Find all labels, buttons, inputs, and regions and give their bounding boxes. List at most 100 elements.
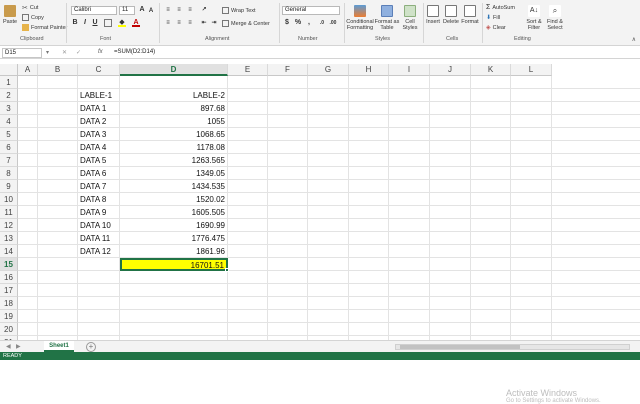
row-header-5[interactable]: 5 [0, 128, 18, 141]
cell-d8[interactable]: 1349.05 [120, 167, 225, 180]
name-box[interactable]: D15 [2, 48, 42, 58]
italic-button[interactable]: I [81, 19, 89, 27]
cut-button[interactable]: ✂ Cut [22, 4, 38, 13]
clear-button[interactable]: ◈ Clear [486, 24, 506, 32]
column-header-j[interactable]: J [430, 64, 471, 76]
cell-d13[interactable]: 1776.475 [120, 232, 225, 245]
cell-d2[interactable]: LABLE-2 [120, 89, 225, 102]
row-header-10[interactable]: 10 [0, 193, 18, 206]
cell-c13[interactable]: DATA 11 [80, 232, 110, 245]
increase-font-icon[interactable]: A [138, 6, 146, 14]
paste-button[interactable]: Paste [3, 5, 17, 25]
row-header-11[interactable]: 11 [0, 206, 18, 219]
align-right-icon[interactable]: ≡ [186, 19, 194, 27]
tab-sheet1[interactable]: Sheet1 [44, 341, 74, 352]
cell-c3[interactable]: DATA 1 [80, 102, 106, 115]
wrap-text-button[interactable]: Wrap Text [222, 7, 256, 14]
cell-d11[interactable]: 1605.505 [120, 206, 225, 219]
cell-styles-button[interactable]: Cell Styles [400, 5, 420, 31]
row-header-9[interactable]: 9 [0, 180, 18, 193]
number-format-select[interactable]: General [282, 6, 340, 15]
align-left-icon[interactable]: ≡ [164, 19, 172, 27]
align-middle-icon[interactable]: ≡ [175, 6, 183, 14]
spreadsheet-grid[interactable]: ABCDEFGHIJKL 1 2 3 4 5 6 7 8 9 10 11 12 13 14 15 16 17 18… [0, 64, 640, 404]
cell-c4[interactable]: DATA 2 [80, 115, 106, 128]
row-header-15[interactable]: 15 [0, 258, 18, 271]
cell-d5[interactable]: 1068.65 [120, 128, 225, 141]
row-header-7[interactable]: 7 [0, 154, 18, 167]
row-header-19[interactable]: 19 [0, 310, 18, 323]
decrease-indent-icon[interactable]: ⇤ [200, 19, 208, 27]
row-header-14[interactable]: 14 [0, 245, 18, 258]
bold-button[interactable]: B [71, 19, 79, 27]
comma-button[interactable]: , [305, 19, 313, 27]
scroll-left-icon[interactable]: ◀ [6, 343, 11, 350]
insert-button[interactable]: Insert [425, 5, 441, 25]
format-button[interactable]: Format [461, 5, 479, 25]
percent-button[interactable]: % [294, 19, 302, 27]
delete-button[interactable]: Delete [443, 5, 459, 25]
cell-d10[interactable]: 1520.02 [120, 193, 225, 206]
cell-c7[interactable]: DATA 5 [80, 154, 106, 167]
autosum-button[interactable]: Σ AutoSum [486, 4, 515, 11]
increase-indent-icon[interactable]: ⇥ [210, 19, 218, 27]
add-sheet-button[interactable]: + [86, 342, 96, 352]
row-header-13[interactable]: 13 [0, 232, 18, 245]
cell-c9[interactable]: DATA 7 [80, 180, 106, 193]
row-header-3[interactable]: 3 [0, 102, 18, 115]
borders-icon[interactable] [104, 19, 112, 27]
cell-d3[interactable]: 897.68 [120, 102, 225, 115]
cell-c2[interactable]: LABLE-1 [80, 89, 112, 102]
cell-d15-total[interactable]: 16701.51 [120, 258, 228, 271]
column-header-d[interactable]: D [120, 64, 228, 76]
row-header-17[interactable]: 17 [0, 284, 18, 297]
column-header-l[interactable]: L [511, 64, 552, 76]
insert-function-button[interactable]: fx [98, 49, 103, 55]
cell-c8[interactable]: DATA 6 [80, 167, 106, 180]
column-header-i[interactable]: I [389, 64, 430, 76]
row-header-6[interactable]: 6 [0, 141, 18, 154]
cell-c10[interactable]: DATA 8 [80, 193, 106, 206]
cell-d4[interactable]: 1055 [120, 115, 225, 128]
fill-button[interactable]: ⬇ Fill [486, 14, 500, 22]
scrollbar-thumb[interactable] [400, 345, 520, 349]
font-color-icon[interactable]: A [132, 19, 140, 27]
font-size-select[interactable]: 11 [119, 6, 135, 15]
column-header-a[interactable]: A [18, 64, 38, 76]
decrease-decimal-icon[interactable]: .00 [329, 19, 337, 27]
copy-button[interactable]: Copy [22, 14, 44, 21]
cancel-icon[interactable]: ✕ [62, 49, 67, 56]
column-header-e[interactable]: E [228, 64, 268, 76]
scroll-right-icon[interactable]: ▶ [16, 343, 21, 350]
column-header-h[interactable]: H [349, 64, 389, 76]
cell-c5[interactable]: DATA 3 [80, 128, 106, 141]
merge-center-button[interactable]: Merge & Center [222, 20, 270, 27]
row-header-2[interactable]: 2 [0, 89, 18, 102]
column-header-k[interactable]: K [471, 64, 511, 76]
underline-button[interactable]: U [91, 19, 99, 27]
cell-c14[interactable]: DATA 12 [80, 245, 111, 258]
cell-c11[interactable]: DATA 9 [80, 206, 106, 219]
select-all-corner[interactable] [0, 64, 18, 76]
column-header-b[interactable]: B [38, 64, 78, 76]
decrease-font-icon[interactable]: A [147, 7, 155, 15]
align-top-icon[interactable]: ≡ [164, 6, 172, 14]
horizontal-scrollbar[interactable] [395, 344, 630, 350]
format-painter-button[interactable]: Format Painter [22, 24, 67, 31]
collapse-ribbon-icon[interactable]: ∧ [632, 36, 636, 43]
column-header-g[interactable]: G [308, 64, 349, 76]
cell-d6[interactable]: 1178.08 [120, 141, 225, 154]
row-header-12[interactable]: 12 [0, 219, 18, 232]
align-center-icon[interactable]: ≡ [175, 19, 183, 27]
find-select-button[interactable]: ⌕ Find & Select [545, 5, 565, 31]
currency-button[interactable]: $ [283, 19, 291, 27]
align-bottom-icon[interactable]: ≡ [186, 6, 194, 14]
cell-d7[interactable]: 1263.565 [120, 154, 225, 167]
fill-handle[interactable] [225, 268, 229, 272]
row-header-16[interactable]: 16 [0, 271, 18, 284]
cell-c12[interactable]: DATA 10 [80, 219, 111, 232]
font-name-select[interactable]: Calibri [71, 6, 117, 15]
row-header-1[interactable]: 1 [0, 76, 18, 89]
enter-icon[interactable]: ✓ [76, 49, 81, 56]
row-header-4[interactable]: 4 [0, 115, 18, 128]
